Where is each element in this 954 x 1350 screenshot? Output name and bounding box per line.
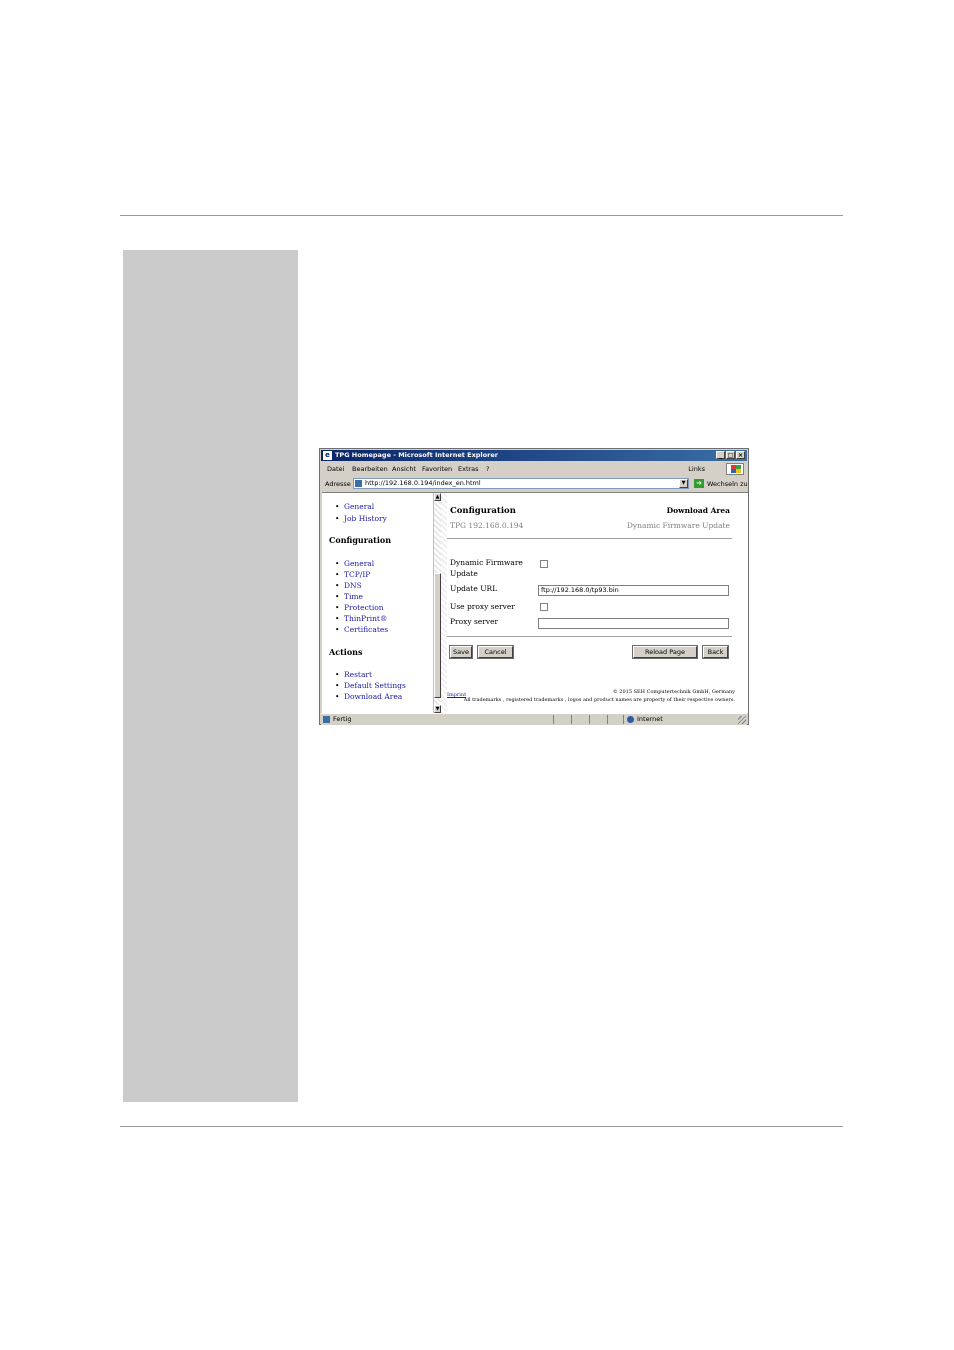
back-button[interactable]: Back (702, 645, 729, 659)
nav-action-default-settings[interactable]: Default Settings (335, 681, 406, 690)
dynamic-firmware-checkbox[interactable] (540, 560, 548, 568)
resize-grip-icon[interactable] (738, 716, 746, 724)
address-label: Adresse (325, 480, 351, 488)
nav-config-dns[interactable]: DNS (335, 581, 362, 590)
close-button[interactable]: × (736, 451, 745, 459)
go-arrow-icon[interactable]: ➜ (694, 479, 704, 488)
header-divider (447, 538, 732, 539)
scroll-down-icon[interactable]: ▼ (434, 705, 441, 713)
status-divider (589, 715, 590, 724)
proxy-server-label: Proxy server (450, 617, 499, 626)
minimize-button[interactable]: _ (716, 451, 725, 459)
left-navigation: General Job History Configuration Genera… (322, 493, 433, 713)
nav-job-history[interactable]: Job History (335, 514, 387, 523)
go-button[interactable]: Wechseln zu (707, 480, 748, 488)
internet-zone-icon (627, 716, 634, 723)
menu-ansicht[interactable]: Ansicht (392, 463, 416, 475)
menu-bearbeiten[interactable]: Bearbeiten (352, 463, 388, 475)
maximize-button[interactable]: □ (726, 451, 735, 459)
page-done-icon (323, 716, 330, 723)
page-content: General Job History Configuration Genera… (322, 492, 748, 713)
nav-config-general[interactable]: General (335, 559, 374, 568)
nav-action-download-area[interactable]: Download Area (335, 692, 402, 701)
window-title: TPG Homepage - Microsoft Internet Explor… (335, 451, 498, 459)
top-rule (120, 215, 843, 216)
menu-extras[interactable]: Extras (458, 463, 479, 475)
links-toolbar[interactable]: Links (688, 463, 705, 475)
form-divider (447, 636, 732, 637)
page-icon (355, 480, 362, 487)
section-title: Download Area (666, 506, 730, 515)
save-button[interactable]: Save (449, 645, 473, 659)
zone-text: Internet (637, 715, 663, 723)
dynamic-firmware-label-line2: Update (450, 569, 478, 578)
menu-help[interactable]: ? (486, 463, 489, 475)
menu-bar: Datei Bearbeiten Ansicht Favoriten Extra… (321, 463, 747, 475)
proxy-server-input[interactable] (538, 618, 729, 629)
nav-config-protection[interactable]: Protection (335, 603, 383, 612)
menu-datei[interactable]: Datei (327, 463, 344, 475)
nav-heading-actions: Actions (329, 647, 363, 657)
ie-icon: e (323, 451, 332, 460)
nav-general[interactable]: General (335, 502, 374, 511)
nav-heading-configuration: Configuration (329, 535, 392, 545)
address-input[interactable]: http://192.168.0.194/index_en.html (353, 478, 689, 489)
windows-logo-icon (726, 463, 744, 475)
reload-page-button[interactable]: Reload Page (632, 645, 698, 659)
scroll-up-icon[interactable]: ▲ (434, 493, 441, 501)
nav-config-time[interactable]: Time (335, 592, 363, 601)
address-url: http://192.168.0.194/index_en.html (365, 479, 481, 487)
nav-config-tcpip[interactable]: TCP/IP (335, 570, 370, 579)
use-proxy-label: Use proxy server (450, 602, 515, 611)
nav-config-certificates[interactable]: Certificates (335, 625, 388, 634)
status-text: Fertig (333, 715, 352, 723)
menu-favoriten[interactable]: Favoriten (422, 463, 452, 475)
address-bar: Adresse http://192.168.0.194/index_en.ht… (321, 477, 748, 490)
margin-panel (123, 250, 298, 1102)
update-url-input[interactable]: ftp://192.168.0/tp93.bin (538, 585, 729, 596)
nav-scrollbar[interactable]: ▲ ▼ (433, 493, 441, 713)
dynamic-firmware-label: Dynamic Firmware Update (450, 557, 523, 579)
title-bar[interactable]: e TPG Homepage - Microsoft Internet Expl… (321, 450, 747, 461)
status-bar: Fertig Internet (321, 713, 747, 725)
device-name: TPG 192.168.0.194 (450, 521, 524, 530)
status-divider (607, 715, 608, 724)
scroll-thumb[interactable] (434, 573, 441, 698)
bottom-rule (120, 1126, 843, 1127)
nav-config-thinprint[interactable]: ThinPrint® (335, 614, 388, 623)
page-title: Configuration (450, 506, 516, 516)
update-url-label: Update URL (450, 584, 498, 593)
status-divider (571, 715, 572, 724)
status-divider (553, 715, 554, 724)
nav-action-restart[interactable]: Restart (335, 670, 372, 679)
browser-window: e TPG Homepage - Microsoft Internet Expl… (319, 448, 749, 725)
main-frame: Configuration Download Area TPG 192.168.… (447, 493, 748, 713)
subsection-title: Dynamic Firmware Update (626, 521, 730, 530)
trademark-text: All trademarks , registered trademarks ,… (463, 697, 735, 703)
copyright-text: © 2015 SEH Computertechnik GmbH, Germany (612, 689, 735, 695)
address-dropdown-icon[interactable]: ▼ (679, 479, 688, 488)
status-divider (623, 715, 624, 724)
cancel-button[interactable]: Cancel (477, 645, 514, 659)
use-proxy-checkbox[interactable] (540, 603, 548, 611)
dynamic-firmware-label-line1: Dynamic Firmware (450, 558, 523, 567)
